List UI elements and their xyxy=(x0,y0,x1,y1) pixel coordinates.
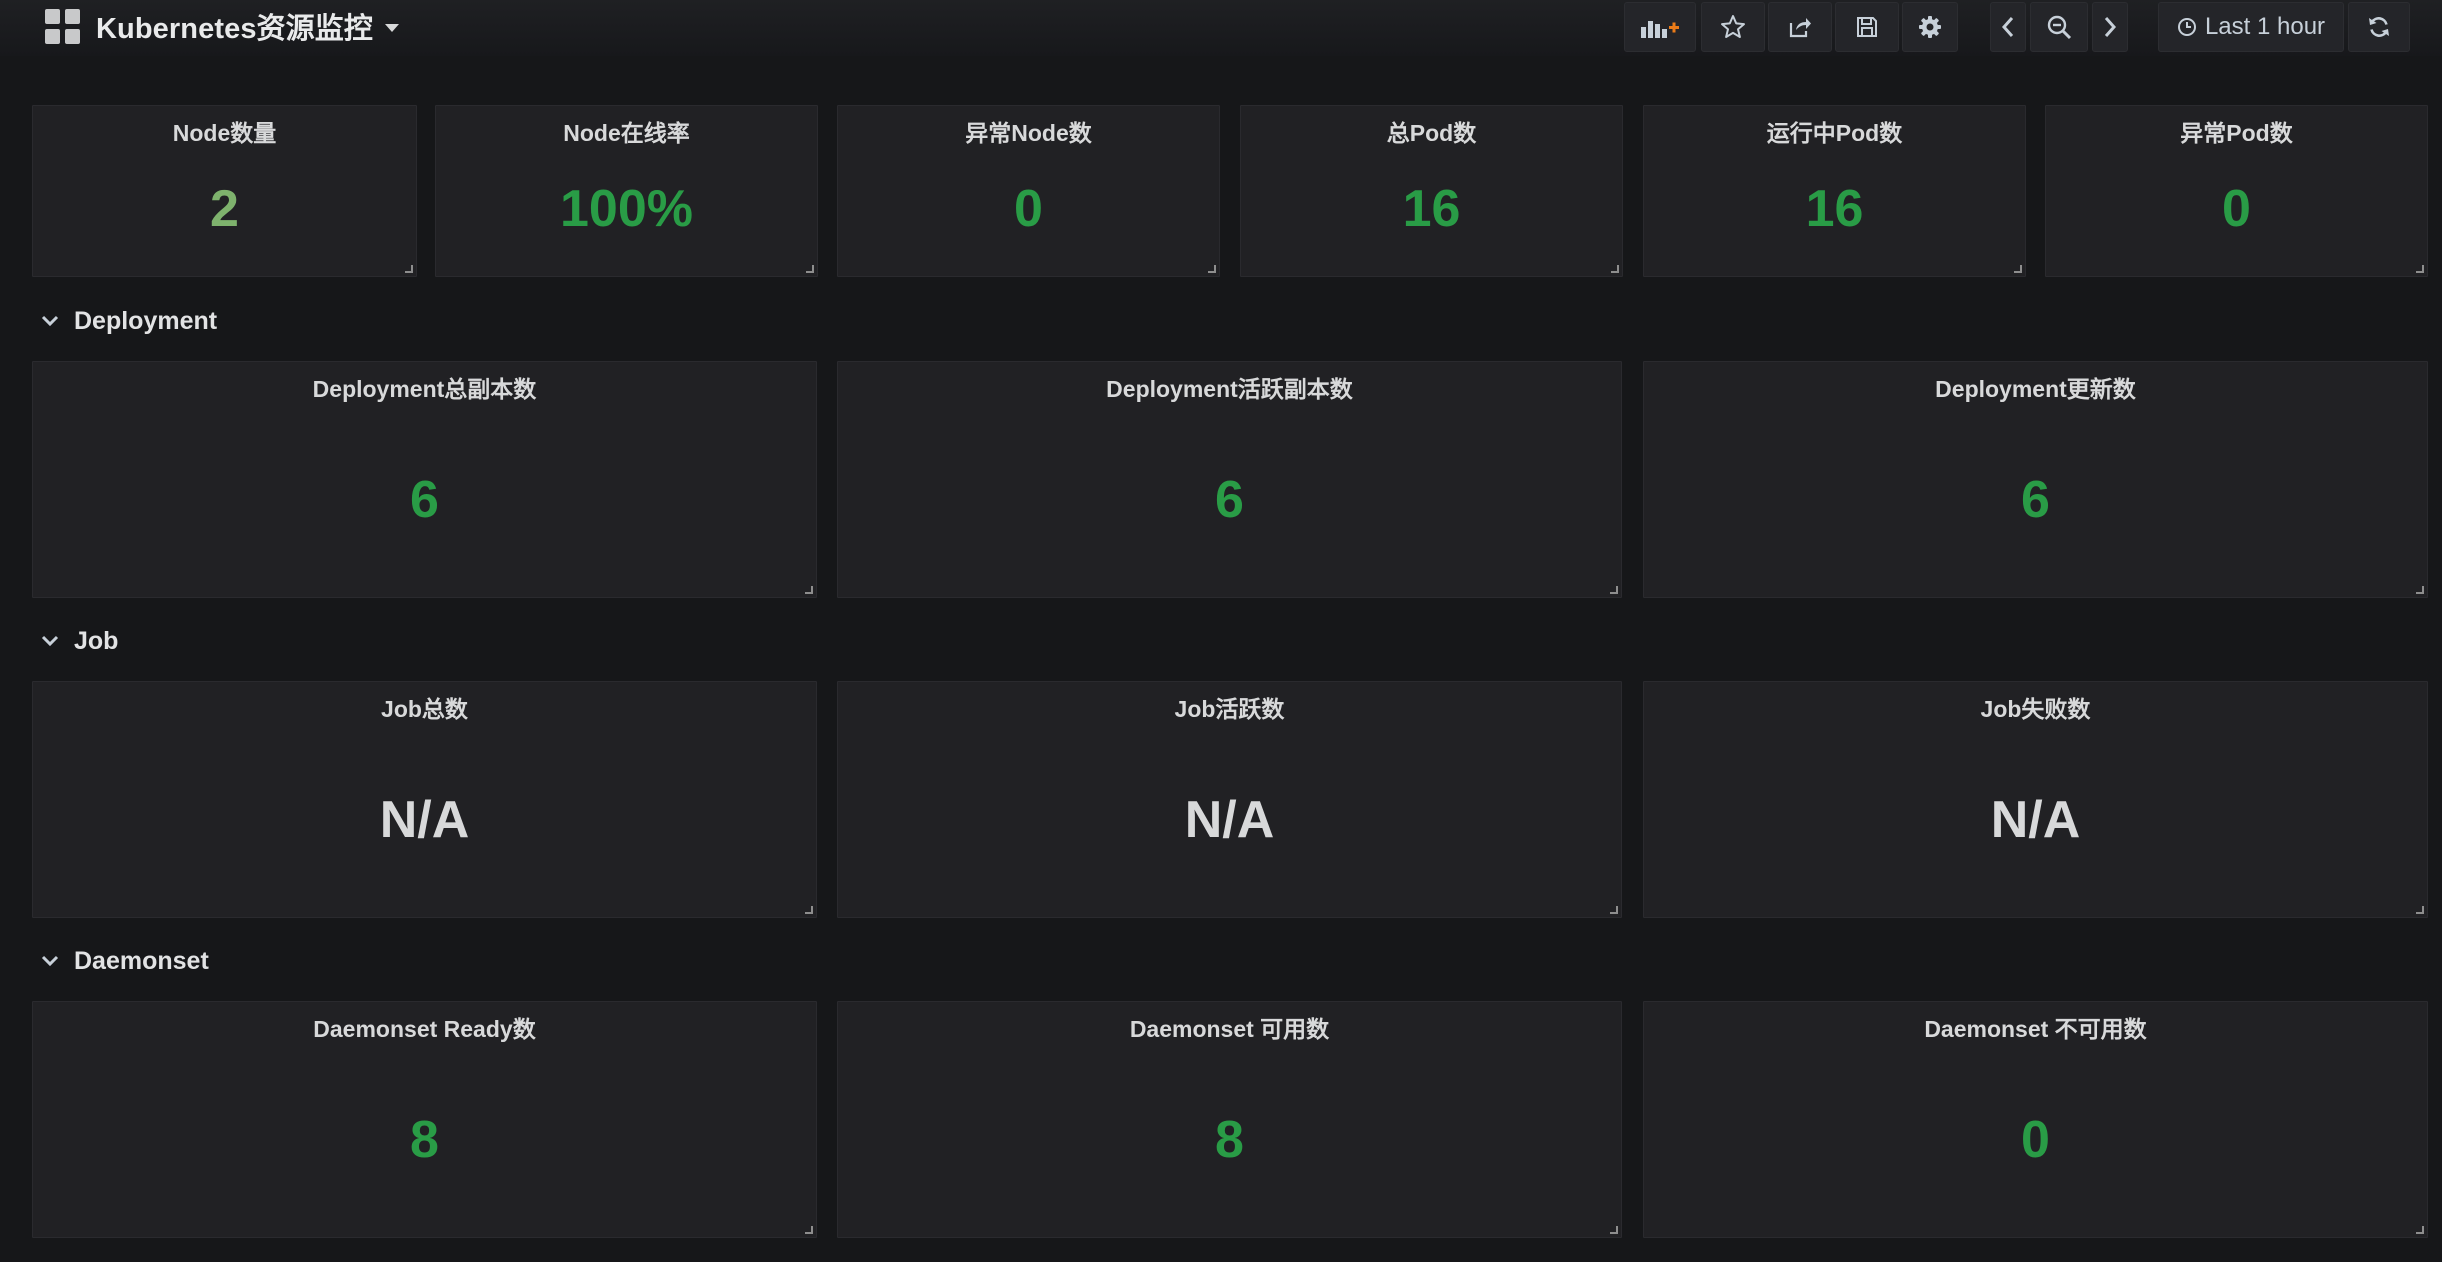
resize-handle[interactable] xyxy=(2014,265,2022,273)
stat-panel-node-count[interactable]: Node数量 2 xyxy=(32,105,417,277)
zoom-out-button[interactable] xyxy=(2030,2,2088,52)
refresh-button[interactable] xyxy=(2348,2,2410,52)
panel-title: Daemonset Ready数 xyxy=(313,1016,536,1042)
stat-panel-job-total[interactable]: Job总数 N/A xyxy=(32,681,817,918)
share-dashboard-button[interactable] xyxy=(1768,2,1832,52)
share-icon xyxy=(1789,18,1811,38)
resize-handle[interactable] xyxy=(405,265,413,273)
star-dashboard-button[interactable] xyxy=(1701,2,1765,52)
add-panel-button[interactable] xyxy=(1624,2,1696,52)
resize-handle[interactable] xyxy=(2416,586,2424,594)
time-picker-button[interactable]: Last 1 hour xyxy=(2158,2,2344,52)
resize-handle[interactable] xyxy=(805,1226,813,1234)
panel-value: 100% xyxy=(560,180,693,238)
chevron-down-icon xyxy=(41,955,59,967)
row-header-daemonset[interactable]: Daemonset xyxy=(40,943,209,979)
stat-panel-daemonset-unavailable[interactable]: Daemonset 不可用数 0 xyxy=(1643,1001,2428,1238)
stat-panel-job-failed[interactable]: Job失败数 N/A xyxy=(1643,681,2428,918)
panel-title: Node在线率 xyxy=(563,120,690,146)
stat-panel-abnormal-node[interactable]: 异常Node数 0 xyxy=(837,105,1220,277)
gear-icon xyxy=(1919,16,1941,38)
stat-panel-job-active[interactable]: Job活跃数 N/A xyxy=(837,681,1622,918)
resize-handle[interactable] xyxy=(2416,906,2424,914)
stat-panel-daemonset-ready[interactable]: Daemonset Ready数 8 xyxy=(32,1001,817,1238)
add-panel-icon xyxy=(1641,21,1679,38)
star-icon xyxy=(1721,15,1745,38)
panel-value: 6 xyxy=(1215,471,1244,529)
panel-value: 8 xyxy=(410,1111,439,1169)
panel-value: 0 xyxy=(2021,1111,2050,1169)
save-dashboard-button[interactable] xyxy=(1835,2,1899,52)
stat-panel-deployment-updated[interactable]: Deployment更新数 6 xyxy=(1643,361,2428,598)
caret-down-icon xyxy=(384,24,399,32)
stat-panel-deployment-active-replicas[interactable]: Deployment活跃副本数 6 xyxy=(837,361,1622,598)
stat-panel-daemonset-available[interactable]: Daemonset 可用数 8 xyxy=(837,1001,1622,1238)
stat-panel-running-pod[interactable]: 运行中Pod数 16 xyxy=(1643,105,2026,277)
row-title: Job xyxy=(74,626,119,655)
panel-value: 8 xyxy=(1215,1111,1244,1169)
panel-value: 16 xyxy=(1402,180,1461,238)
stat-panel-total-pod[interactable]: 总Pod数 16 xyxy=(1240,105,1623,277)
resize-handle[interactable] xyxy=(1610,1226,1618,1234)
panel-title: Deployment更新数 xyxy=(1935,376,2136,402)
dashboard-picker[interactable]: Kubernetes资源监控 xyxy=(44,6,399,46)
time-shift-forward-button[interactable] xyxy=(2092,2,2128,52)
panel-title: Deployment总副本数 xyxy=(312,376,537,402)
row-title: Daemonset xyxy=(74,946,209,975)
panel-title: Deployment活跃副本数 xyxy=(1106,376,1353,402)
dashboard-title: Kubernetes资源监控 xyxy=(96,13,373,45)
panel-title: Job总数 xyxy=(381,696,468,722)
resize-handle[interactable] xyxy=(805,586,813,594)
panel-title: 运行中Pod数 xyxy=(1766,120,1903,146)
panel-title: Daemonset 可用数 xyxy=(1129,1016,1330,1042)
resize-handle[interactable] xyxy=(805,906,813,914)
panel-title: Node数量 xyxy=(172,120,277,146)
panel-title: 异常Pod数 xyxy=(2180,120,2293,146)
panel-title: Job活跃数 xyxy=(1174,696,1285,722)
dashboard-settings-button[interactable] xyxy=(1902,2,1958,52)
dashboard-grid-icon xyxy=(44,8,80,44)
resize-handle[interactable] xyxy=(1610,586,1618,594)
panel-title: Daemonset 不可用数 xyxy=(1924,1016,2147,1042)
panel-value: 16 xyxy=(1805,180,1864,238)
resize-handle[interactable] xyxy=(1610,906,1618,914)
resize-handle[interactable] xyxy=(2416,1226,2424,1234)
row-title: Deployment xyxy=(74,306,218,335)
stat-panel-abnormal-pod[interactable]: 异常Pod数 0 xyxy=(2045,105,2428,277)
resize-handle[interactable] xyxy=(1208,265,1216,273)
panel-value: N/A xyxy=(1184,791,1275,849)
time-range-label: Last 1 hour xyxy=(2204,13,2326,40)
chevron-down-icon xyxy=(41,315,59,327)
save-icon xyxy=(1857,17,1877,37)
row-header-job[interactable]: Job xyxy=(40,623,118,659)
chevron-down-icon xyxy=(41,635,59,647)
row-header-deployment[interactable]: Deployment xyxy=(40,303,217,339)
resize-handle[interactable] xyxy=(1611,265,1619,273)
panel-title: 异常Node数 xyxy=(965,120,1092,146)
panel-value: 6 xyxy=(410,471,439,529)
panel-value: 0 xyxy=(2222,180,2251,238)
panel-title: 总Pod数 xyxy=(1386,120,1477,146)
panel-value: 2 xyxy=(210,180,239,238)
refresh-icon xyxy=(2369,17,2389,37)
chevron-left-icon xyxy=(2001,17,2014,37)
time-shift-back-button[interactable] xyxy=(1990,2,2026,52)
panel-value: 0 xyxy=(1014,180,1043,238)
panel-value: N/A xyxy=(1990,791,2081,849)
top-navbar: Kubernetes资源监控 Last 1 hour xyxy=(0,0,2442,56)
resize-handle[interactable] xyxy=(806,265,814,273)
chevron-right-icon xyxy=(2104,17,2117,37)
stat-panel-deployment-total-replicas[interactable]: Deployment总副本数 6 xyxy=(32,361,817,598)
zoom-out-icon xyxy=(2047,15,2072,40)
resize-handle[interactable] xyxy=(2416,265,2424,273)
stat-panel-node-online-rate[interactable]: Node在线率 100% xyxy=(435,105,818,277)
panel-value: N/A xyxy=(379,791,470,849)
panel-title: Job失败数 xyxy=(1980,696,2091,722)
clock-icon xyxy=(2177,18,2196,36)
panel-value: 6 xyxy=(2021,471,2050,529)
